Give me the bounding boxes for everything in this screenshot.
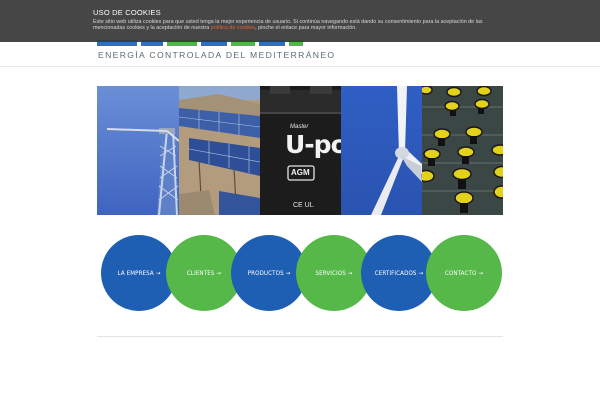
cookie-banner: USO DE COOKIES Este sitio web utiliza co… — [0, 0, 600, 42]
cookie-text-after: , pinche el enlace para mayor informació… — [255, 25, 357, 32]
menu-item-label: CERTIFICADOS → — [374, 269, 424, 277]
hero-panel-solar — [179, 86, 260, 215]
menu-item-label: LA EMPRESA → — [117, 269, 161, 277]
arrow-right-icon: → — [418, 269, 424, 277]
cookie-policy-link[interactable]: política de cookies — [211, 25, 255, 31]
hero-panel-wind-turbine — [341, 86, 422, 215]
site-tagline: ENERGÍA CONTROLADA DEL MEDITERRÁNEO — [98, 50, 336, 60]
solar-panels-image — [179, 86, 260, 215]
header-divider — [0, 66, 600, 67]
menu-item-label: PRODUCTOS → — [247, 269, 291, 277]
arrow-right-icon: → — [155, 269, 161, 277]
main-menu: LA EMPRESA → CLIENTES → PRODUCTOS → SERV… — [97, 235, 503, 311]
arrow-right-icon: → — [216, 269, 222, 277]
cookie-banner-title: USO DE COOKIES — [93, 8, 161, 17]
battery-terminals-image — [422, 86, 503, 215]
hero-panel-wind-tower — [97, 86, 179, 215]
arrow-right-icon: → — [347, 269, 353, 277]
menu-item-label: CLIENTES → — [186, 269, 222, 277]
battery-marks: CE UL — [293, 202, 314, 209]
hero-banner: Master U-po AGM CE UL — [97, 86, 503, 215]
hero-panel-terminals — [422, 86, 503, 215]
arrow-right-icon: → — [285, 269, 291, 277]
hero-panel-battery: Master U-po AGM CE UL — [260, 86, 341, 215]
battery-model: U-po — [285, 130, 341, 159]
menu-item-label: CONTACTO → — [444, 269, 484, 277]
arrow-right-icon: → — [478, 269, 484, 277]
menu-item-label: SERVICIOS → — [315, 269, 353, 277]
menu-item-contacto[interactable]: CONTACTO → — [426, 235, 502, 311]
wind-turbine-image — [341, 86, 422, 215]
wind-tower-image — [97, 86, 179, 215]
battery-type: AGM — [291, 168, 310, 177]
content-divider — [97, 336, 503, 337]
cookie-banner-text: Este sitio web utiliza cookies para que … — [93, 19, 513, 32]
